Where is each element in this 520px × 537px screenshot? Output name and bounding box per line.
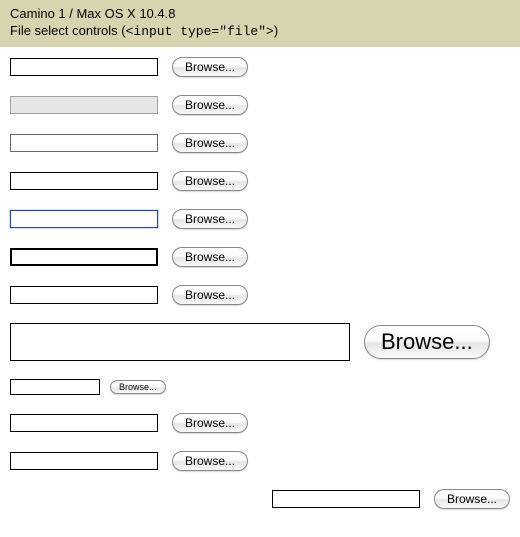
file-field-small[interactable]: [10, 379, 100, 395]
file-field-styled1[interactable]: [10, 134, 158, 152]
header-title: Camino 1 / Max OS X 10.4.8: [10, 6, 510, 21]
file-row-widthcss: Browse...: [10, 413, 510, 433]
file-field-styled2[interactable]: [10, 172, 158, 190]
file-row-sizeattr: Browse...: [10, 451, 510, 471]
browse-button-default[interactable]: Browse...: [172, 57, 248, 77]
header-banner: Camino 1 / Max OS X 10.4.8 File select c…: [0, 0, 520, 47]
file-field-plain[interactable]: [10, 286, 158, 304]
file-row-disabled: Browse...: [10, 95, 510, 115]
browse-button-styled2[interactable]: Browse...: [172, 171, 248, 191]
browse-button-small[interactable]: Browse...: [110, 380, 166, 394]
file-row-thick: Browse...: [10, 247, 510, 267]
file-field-large[interactable]: [10, 323, 350, 361]
file-row-plain: Browse...: [10, 285, 510, 305]
file-row-large: Browse...: [10, 323, 510, 361]
browse-button-large[interactable]: Browse...: [364, 325, 490, 359]
file-row-styled2: Browse...: [10, 171, 510, 191]
browse-button-plain[interactable]: Browse...: [172, 285, 248, 305]
file-row-small: Browse...: [10, 379, 510, 395]
browse-button-thick[interactable]: Browse...: [172, 247, 248, 267]
file-row-focus: Browse...: [10, 209, 510, 229]
browse-button-rtl[interactable]: Browse...: [434, 489, 510, 509]
file-field-focus[interactable]: [10, 210, 158, 228]
file-row-styled1: Browse...: [10, 133, 510, 153]
browse-button-sizeattr[interactable]: Browse...: [172, 451, 248, 471]
header-subtitle-prefix: File select controls (: [10, 23, 126, 38]
file-field-thick[interactable]: [10, 248, 158, 266]
file-field-disabled: [10, 96, 158, 114]
header-subtitle-suffix: ): [274, 23, 278, 38]
browse-button-widthcss[interactable]: Browse...: [172, 413, 248, 433]
header-subtitle-code: <input type="file">: [126, 24, 274, 39]
file-field-rtl[interactable]: [272, 490, 420, 508]
browse-button-styled1[interactable]: Browse...: [172, 133, 248, 153]
file-field-widthcss[interactable]: [10, 414, 158, 432]
content-area: Browse... Browse... Browse... Browse... …: [0, 47, 520, 537]
browse-button-focus[interactable]: Browse...: [172, 209, 248, 229]
file-row-rtl: Browse...: [10, 489, 510, 509]
browse-button-disabled: Browse...: [172, 95, 248, 115]
file-field-sizeattr[interactable]: [10, 452, 158, 470]
header-subtitle: File select controls (<input type="file"…: [10, 23, 510, 39]
file-field-default[interactable]: [10, 58, 158, 76]
file-row-default: Browse...: [10, 57, 510, 77]
